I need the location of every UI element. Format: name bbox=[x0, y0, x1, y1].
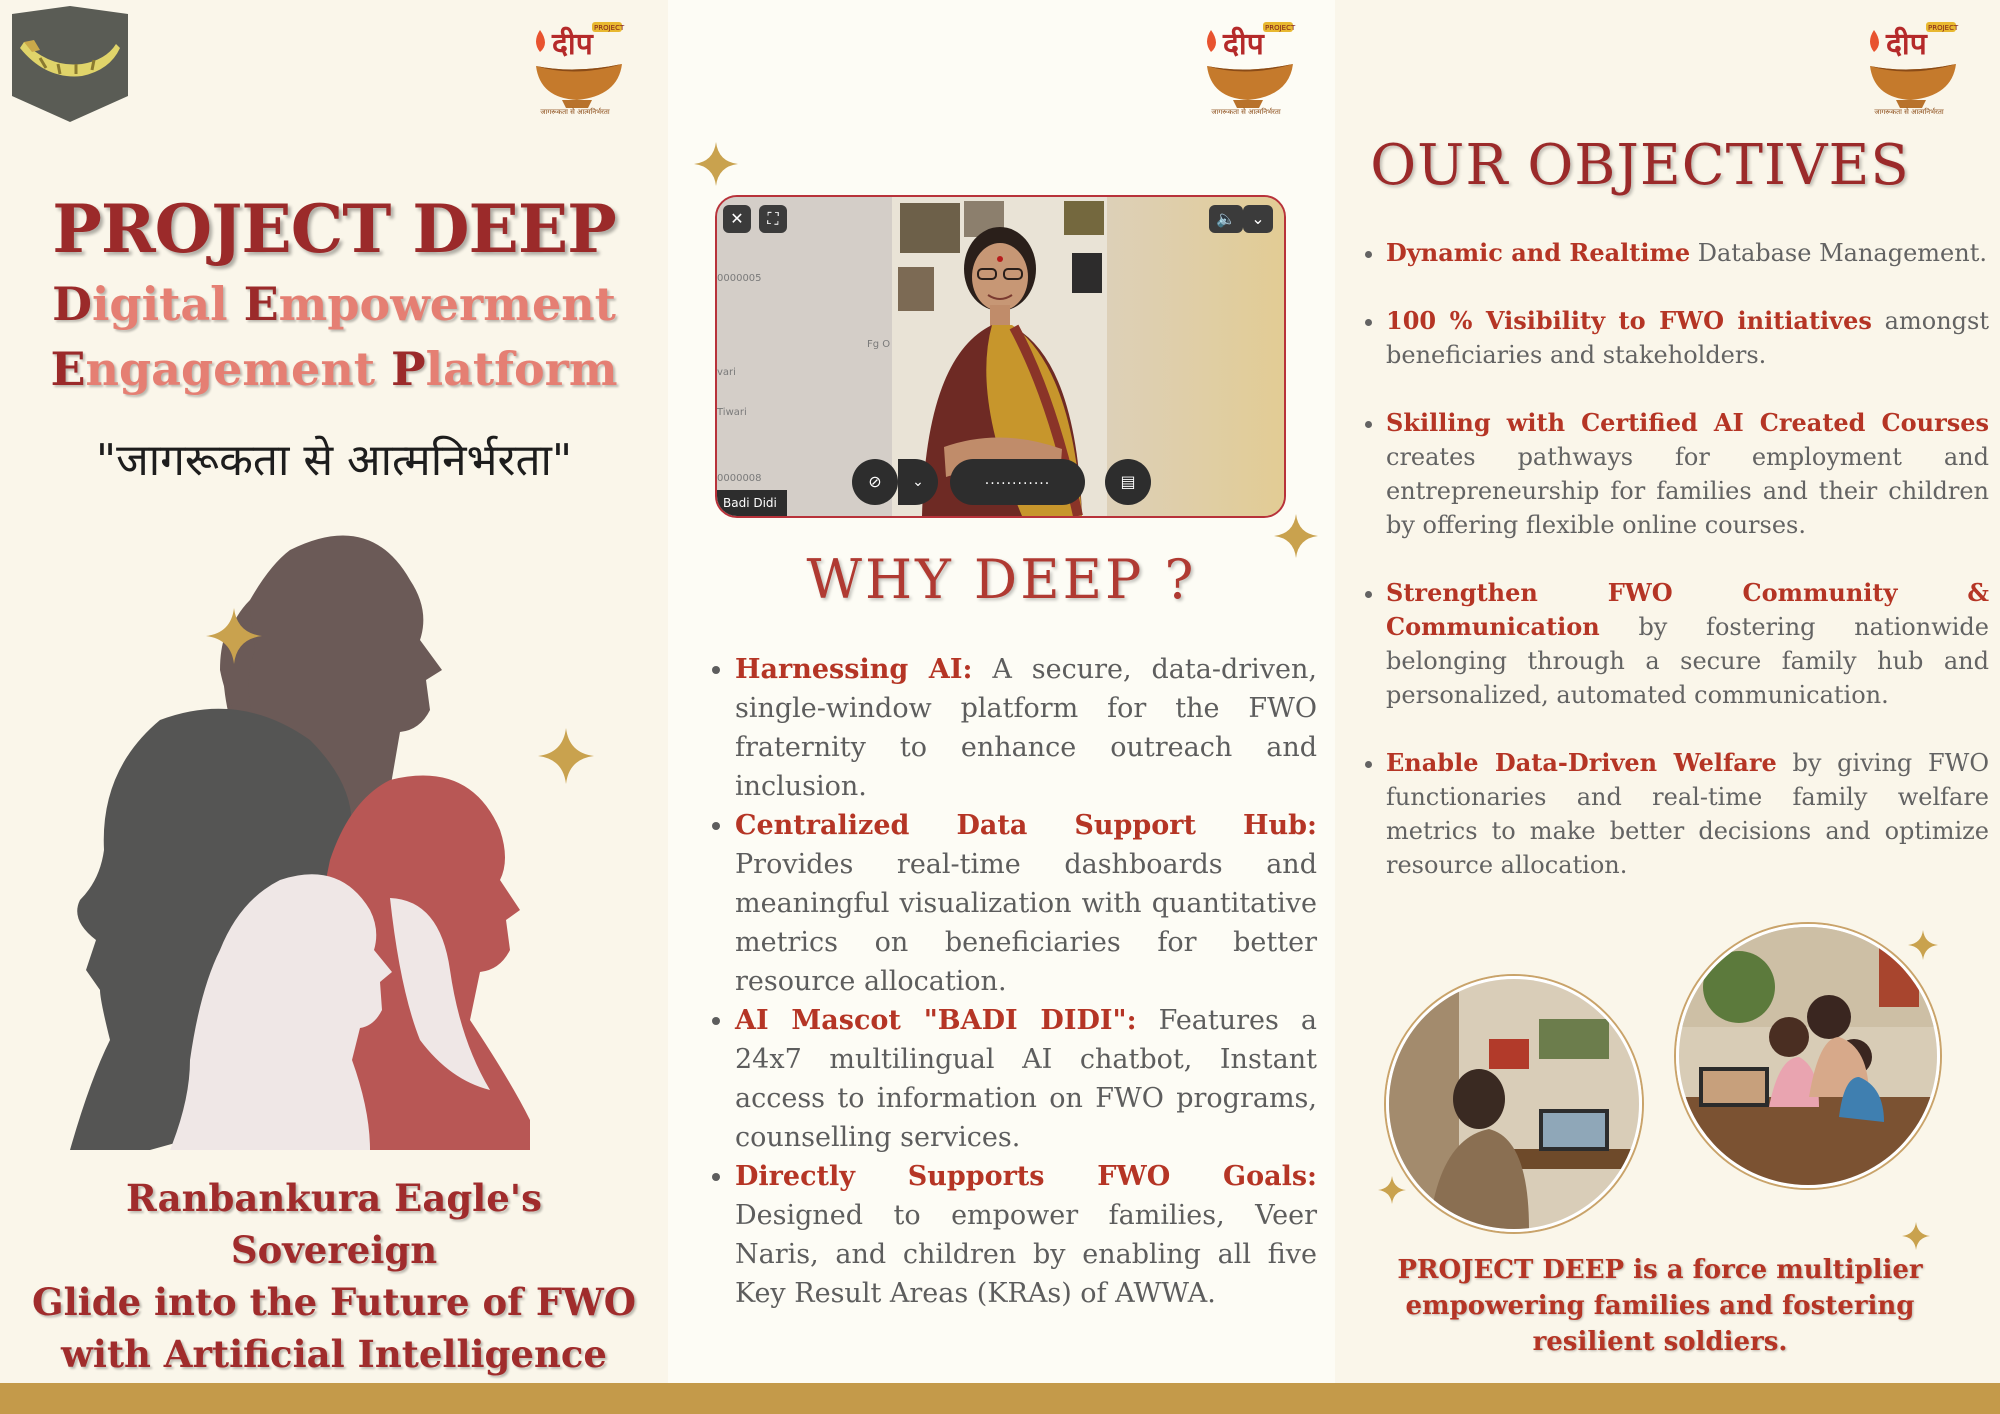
sparkle-icon bbox=[206, 608, 262, 664]
why-deep-list: Harnessing AI: A secure, data-driven, si… bbox=[705, 650, 1317, 1313]
item-text: Designed to empower families, Veer Naris… bbox=[735, 1200, 1317, 1309]
row-text: Fg O bbox=[867, 339, 891, 350]
subtitle-line-1: Digital Empowerment bbox=[0, 277, 668, 331]
row-text: 0000005 bbox=[717, 273, 762, 284]
item-label: Centralized Data Support Hub: bbox=[735, 810, 1317, 841]
list-item: Centralized Data Support Hub: Provides r… bbox=[735, 806, 1317, 1001]
item-label: Dynamic and Realtime bbox=[1386, 238, 1691, 267]
item-label: Enable Data-Driven Welfare bbox=[1386, 748, 1777, 777]
subtitle-word: latform bbox=[425, 342, 618, 396]
list-item: Harnessing AI: A secure, data-driven, si… bbox=[735, 650, 1317, 806]
logo-hindi-text: दीप bbox=[1885, 26, 1928, 62]
item-text: Provides real-time dashboards and meanin… bbox=[735, 849, 1317, 997]
subtitle-word: mpowerment bbox=[278, 277, 616, 331]
deep-lamp-logo: दीप PROJECT जागरूकता से आत्मनिर्भरता bbox=[1207, 22, 1296, 116]
logo-badge-text: PROJECT bbox=[594, 24, 625, 32]
footer-line: empowering families and fostering bbox=[1405, 1291, 1915, 1321]
subtitle-line-2: Engagement Platform bbox=[0, 342, 668, 396]
audio-level-indicator: ............ bbox=[950, 459, 1085, 505]
close-icon[interactable]: ✕ bbox=[723, 205, 751, 233]
item-label: 100 % Visibility to FWO initiatives bbox=[1386, 306, 1872, 335]
volume-icon[interactable]: 🔈 bbox=[1209, 205, 1243, 233]
logo-badge-text: PROJECT bbox=[1928, 24, 1959, 32]
list-item: Enable Data-Driven Welfare by giving FWO… bbox=[1386, 746, 1989, 882]
family-learning-photo bbox=[1676, 924, 1940, 1188]
hindi-tagline: "जागरूकता से आत्मनिर्भरता" bbox=[95, 435, 573, 486]
row-text: vari bbox=[717, 367, 736, 378]
why-deep-heading: WHY DEEP ? bbox=[806, 548, 1197, 611]
logo-hindi-text: दीप bbox=[1222, 26, 1265, 62]
logo-badge-text: PROJECT bbox=[1265, 24, 1296, 32]
footer-line: with Artificial Intelligence bbox=[61, 1332, 607, 1376]
item-text: Database Management. bbox=[1690, 239, 1987, 267]
mic-off-icon[interactable]: ⊘ bbox=[852, 459, 898, 505]
participant-name-label: Badi Didi bbox=[717, 490, 787, 516]
subtitle-word: ngagement bbox=[85, 342, 392, 396]
list-item: 100 % Visibility to FWO initiatives amon… bbox=[1386, 304, 1989, 372]
list-item: Dynamic and Realtime Database Management… bbox=[1386, 236, 1989, 270]
bottom-gold-band bbox=[0, 1383, 2000, 1414]
list-item: Strengthen FWO Community & Communication… bbox=[1386, 576, 1989, 712]
row-text: Tiwari bbox=[717, 407, 747, 418]
footer-line: resilient soldiers. bbox=[1532, 1327, 1788, 1357]
list-item: Skilling with Certified AI Created Cours… bbox=[1386, 406, 1989, 542]
sparkle-icon bbox=[1378, 1176, 1406, 1204]
item-label: Directly Supports FWO Goals: bbox=[735, 1161, 1317, 1192]
deep-lamp-logo: दीप PROJECT जागरूकता से आत्मनिर्भरता bbox=[1870, 22, 1959, 116]
chevron-down-icon[interactable]: ⌄ bbox=[1243, 205, 1273, 233]
logo-caption: जागरूकता से आत्मनिर्भरता bbox=[1874, 107, 1944, 116]
woman-online-class-photo bbox=[1386, 976, 1642, 1232]
deep-lamp-logo: दीप PROJECT जागरूकता से आत्मनिर्भरता bbox=[536, 22, 625, 116]
women-silhouettes-illustration bbox=[70, 535, 530, 1150]
right-footer-tagline: PROJECT DEEP is a force multiplier empow… bbox=[1395, 1252, 1925, 1360]
left-footer-tagline: Ranbankura Eagle's Sovereign Glide into … bbox=[20, 1172, 648, 1380]
list-item: AI Mascot "BADI DIDI": Features a 24x7 m… bbox=[735, 1001, 1317, 1157]
item-label: AI Mascot "BADI DIDI": bbox=[735, 1005, 1137, 1036]
fullscreen-icon[interactable]: ⛶ bbox=[759, 205, 787, 233]
logo-caption: जागरूकता से आत्मनिर्भरता bbox=[540, 107, 610, 116]
objectives-heading: OUR OBJECTIVES bbox=[1370, 133, 1910, 198]
logo-caption: जागरूकता से आत्मनिर्भरता bbox=[1211, 107, 1281, 116]
subtitle-word: igital bbox=[91, 277, 244, 331]
video-call-window[interactable]: 0000005 Fg O vari Tiwari 0000008 ✕ ⛶ 🔈 ⌄… bbox=[715, 195, 1286, 518]
subtitle-initial: E bbox=[50, 342, 86, 396]
footer-line: PROJECT DEEP is a force multiplier bbox=[1397, 1255, 1923, 1285]
logo-hindi-text: दीप bbox=[551, 26, 594, 62]
item-label: Skilling with Certified AI Created Cours… bbox=[1386, 408, 1989, 437]
objectives-list: Dynamic and Realtime Database Management… bbox=[1358, 236, 1989, 916]
subtitle-initial: P bbox=[391, 342, 426, 396]
horn-emblem-icon bbox=[12, 6, 128, 122]
item-label: Harnessing AI: bbox=[735, 654, 973, 685]
chat-icon[interactable]: ▤ bbox=[1105, 459, 1151, 505]
item-text: creates pathways for employment and entr… bbox=[1386, 443, 1989, 539]
subtitle-initial: E bbox=[243, 277, 279, 331]
subtitle-initial: D bbox=[52, 277, 92, 331]
sparkle-icon bbox=[538, 728, 594, 784]
sparkle-icon bbox=[1908, 930, 1938, 960]
sparkle-icon bbox=[1902, 1222, 1930, 1250]
project-title: PROJECT DEEP bbox=[52, 190, 617, 268]
row-text: 0000008 bbox=[717, 473, 762, 484]
footer-line: Ranbankura Eagle's Sovereign bbox=[126, 1176, 542, 1272]
sparkle-icon bbox=[694, 142, 738, 186]
footer-line: Glide into the Future of FWO bbox=[32, 1280, 636, 1324]
list-item: Directly Supports FWO Goals: Designed to… bbox=[735, 1157, 1317, 1313]
